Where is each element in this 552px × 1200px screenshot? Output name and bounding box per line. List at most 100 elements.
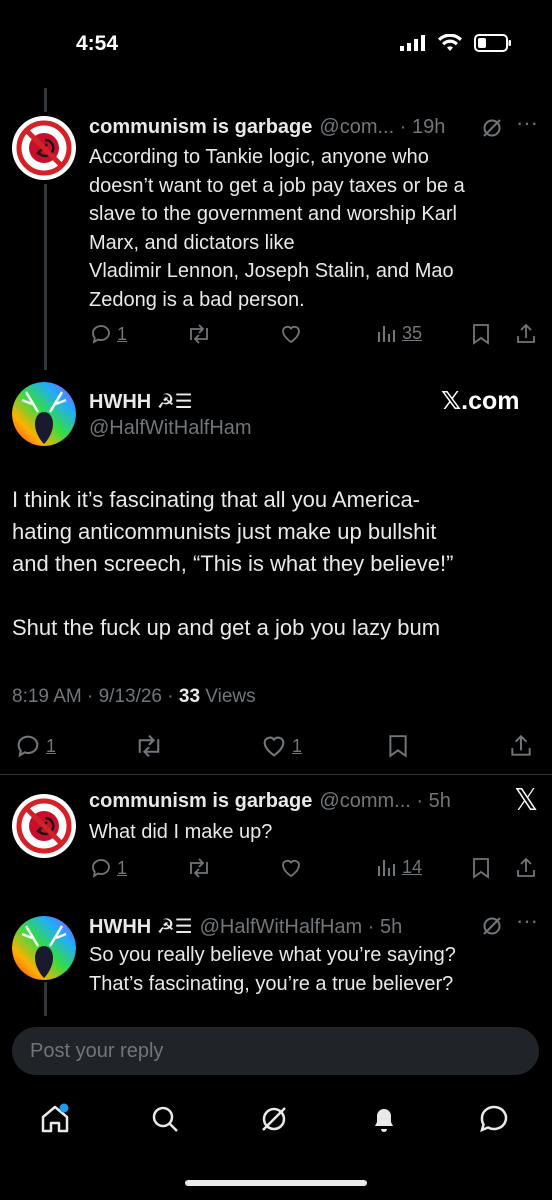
avatar[interactable] (12, 916, 76, 980)
text-line: Marx, and dictators like (89, 231, 295, 254)
status-icons (400, 34, 512, 52)
reply-icon (17, 735, 39, 758)
more-options-icon[interactable]: ··· (516, 908, 538, 934)
share-icon[interactable] (514, 856, 538, 880)
more-options-icon[interactable]: ··· (516, 110, 538, 136)
text-line: That’s fascinating, you’re a true believ… (89, 972, 454, 995)
author-handle[interactable]: @HalfWitHalfHam (200, 916, 363, 939)
reply-button[interactable]: 1 (89, 322, 127, 346)
dot-separator: · (394, 116, 412, 138)
bookmark-icon[interactable] (470, 856, 492, 880)
tab-messages[interactable] (477, 1102, 511, 1141)
author-name[interactable]: HWHH ☭☰ (89, 389, 193, 414)
notifications-icon (375, 1109, 393, 1132)
views-count: 14 (402, 856, 423, 877)
divider (0, 774, 552, 775)
reply-button[interactable]: 1 (14, 732, 56, 760)
text-line: I think it’s fascinating that all you Am… (12, 487, 421, 512)
tweet-text: I think it’s fascinating that all you Am… (12, 484, 453, 644)
tweet-time[interactable]: 5h (380, 916, 402, 939)
tweet-meta: 8:19 AM · 9/13/26 · 33 Views (12, 686, 256, 708)
avatar[interactable] (12, 116, 76, 180)
author-name[interactable]: HWHH ☭☰ (89, 914, 193, 939)
repost-icon[interactable] (186, 322, 212, 346)
like-icon (263, 736, 285, 757)
thread-line (44, 982, 47, 1016)
text-line: slave to the government and worship Karl (89, 203, 457, 225)
share-icon[interactable] (514, 322, 538, 346)
dot-separator: · (362, 916, 380, 938)
timestamp: 8:19 AM · 9/13/26 · (12, 686, 179, 707)
tweet-time[interactable]: 5h (429, 790, 451, 813)
tweet-text: According to Tankie logic, anyone who do… (89, 143, 465, 314)
views-button[interactable]: 14 (376, 856, 422, 878)
text-line: doesn’t want to get a job pay taxes or b… (89, 174, 465, 197)
author-handle[interactable]: @HalfWitHalfHam (89, 417, 252, 440)
repost-icon[interactable] (134, 732, 164, 760)
reply-input[interactable]: Post your reply (12, 1027, 539, 1075)
deer-avatar-icon (12, 382, 76, 446)
reply-icon (92, 859, 110, 878)
grok-icon[interactable] (480, 914, 504, 938)
reply-count: 1 (46, 735, 57, 756)
reply-placeholder: Post your reply (30, 1040, 164, 1062)
reply-count: 1 (117, 857, 128, 878)
tweet-header: communism is garbage @com... · 19h (89, 116, 445, 139)
like-button[interactable]: 1 (260, 732, 302, 760)
bottom-tab-bar (0, 1090, 552, 1150)
status-time: 4:54 (76, 32, 119, 55)
views-label: Views (200, 686, 256, 707)
text-line: According to Tankie logic, anyone who (89, 146, 429, 168)
text-line: hating anticommunists just make up bulls… (12, 519, 437, 544)
no-communism-icon (16, 120, 72, 176)
x-logo-icon: 𝕏 (514, 783, 539, 818)
reply-icon (92, 325, 110, 344)
avatar[interactable] (12, 382, 76, 446)
tweet-text: What did I make up? (89, 821, 273, 843)
like-count: 1 (292, 735, 303, 756)
text-line: Shut the fuck up and get a job you lazy … (12, 615, 441, 640)
tweet-header: HWHH ☭☰ @HalfWitHalfHam · 5h (89, 914, 402, 939)
views-icon (378, 326, 395, 342)
wifi-icon (438, 34, 462, 51)
tab-search[interactable] (148, 1102, 182, 1141)
bookmark-icon[interactable] (470, 322, 492, 346)
views-count: 35 (402, 322, 423, 343)
author-name[interactable]: communism is garbage (89, 790, 312, 813)
tab-notifications[interactable] (367, 1102, 401, 1141)
views-icon (378, 860, 395, 876)
grok-icon (262, 1107, 286, 1131)
bookmark-icon[interactable] (386, 732, 410, 760)
tweet-time[interactable]: 19h (412, 116, 445, 139)
views-button[interactable]: 35 (376, 322, 422, 344)
tab-grok[interactable] (257, 1102, 291, 1141)
x-com-badge: 𝕏.com (441, 387, 520, 415)
reply-count: 1 (117, 323, 128, 344)
no-communism-icon (16, 798, 72, 854)
text-line: and then screech, “This is what they bel… (12, 551, 454, 576)
tweet-header: communism is garbage @comm... · 5h (89, 790, 451, 813)
thread-line (44, 184, 47, 370)
home-icon (41, 1103, 69, 1133)
author-handle[interactable]: @com... (319, 116, 394, 139)
like-icon[interactable] (279, 322, 303, 346)
grok-icon[interactable] (480, 116, 504, 140)
reply-button[interactable]: 1 (89, 856, 127, 880)
author-handle[interactable]: @comm... (319, 790, 410, 813)
tab-home[interactable] (38, 1102, 72, 1141)
battery-icon (474, 34, 511, 52)
text-line: Zedong is a bad person. (89, 288, 305, 311)
dot-separator: · (410, 790, 429, 812)
like-icon[interactable] (279, 856, 303, 880)
text-line: Vladimir Lennon, Joseph Stalin, and Mao (89, 260, 454, 282)
home-indicator (185, 1180, 367, 1186)
tweet-text: So you really believe what you’re saying… (89, 941, 456, 998)
repost-icon[interactable] (186, 856, 212, 880)
deer-avatar-icon (12, 916, 76, 980)
text-line: So you really believe what you’re saying… (89, 944, 456, 966)
author-name[interactable]: communism is garbage (89, 116, 312, 139)
views-count[interactable]: 33 (179, 686, 200, 707)
search-icon (152, 1106, 178, 1132)
share-icon[interactable] (508, 732, 534, 760)
avatar[interactable] (12, 794, 76, 858)
